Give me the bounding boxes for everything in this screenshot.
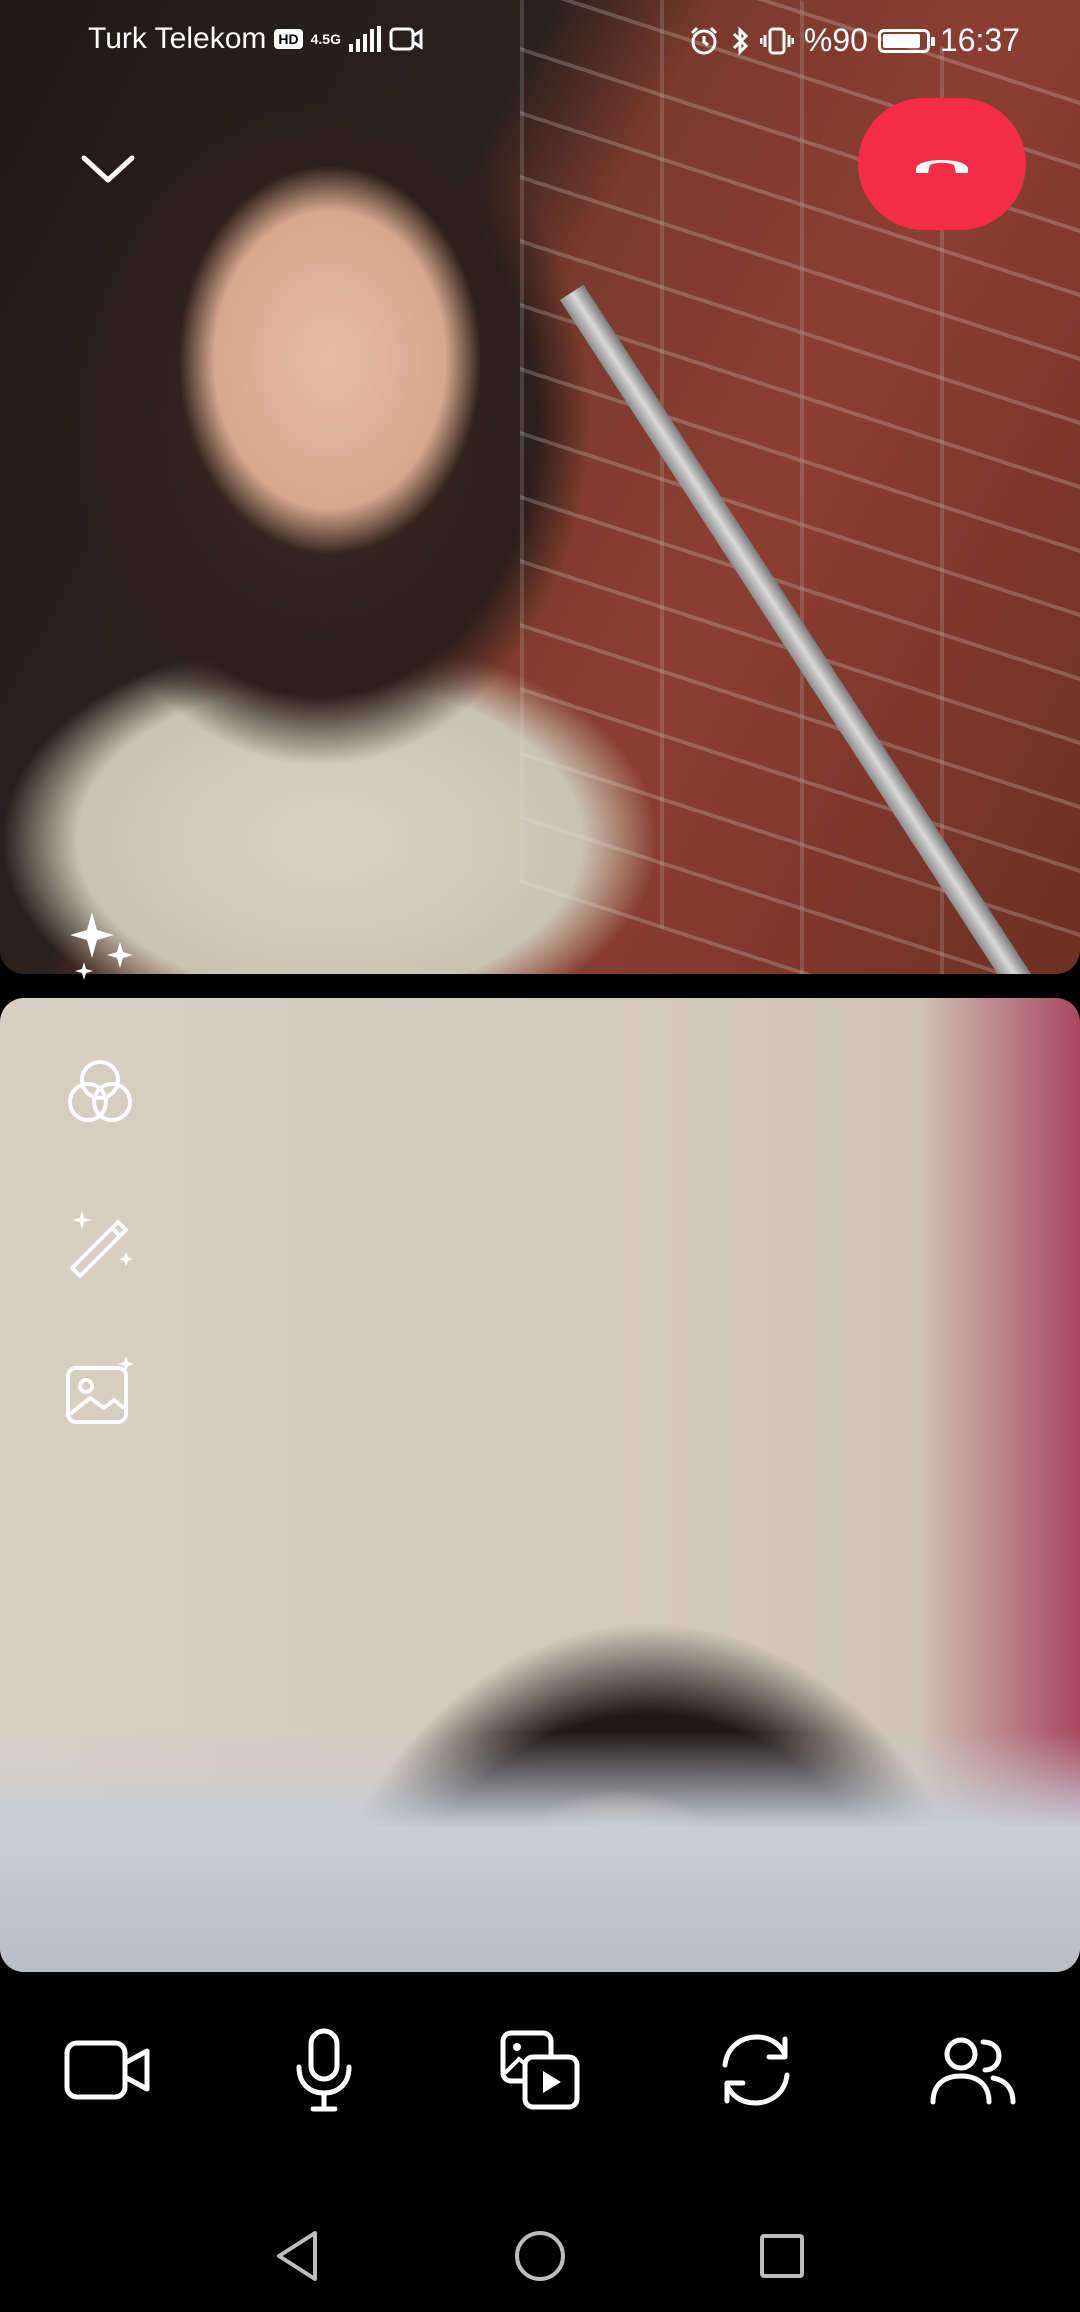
- filters-button[interactable]: [60, 1052, 140, 1132]
- square-recents-icon: [760, 2234, 804, 2278]
- sparkles-icon: [70, 912, 133, 980]
- circle-home-icon: [515, 2231, 565, 2281]
- overlapping-circles-icon: [68, 1060, 132, 1122]
- nav-recents-button[interactable]: [757, 2231, 807, 2281]
- video-status-icon: [389, 27, 423, 51]
- mute-button[interactable]: [269, 2015, 379, 2125]
- alarm-icon: [690, 26, 717, 54]
- local-video-preview[interactable]: [0, 998, 1080, 1972]
- camera-toggle-button[interactable]: [53, 2015, 163, 2125]
- system-nav-bar: [0, 2200, 1080, 2312]
- microphone-icon: [296, 2028, 352, 2112]
- image-sparkle-icon: [66, 1356, 134, 1424]
- call-toolbar: [0, 1990, 1080, 2150]
- rotate-camera-icon: [722, 2034, 790, 2106]
- media-share-icon: [500, 2030, 580, 2110]
- switch-camera-button[interactable]: [701, 2015, 811, 2125]
- battery-icon: [877, 28, 935, 53]
- collapse-button[interactable]: [76, 136, 140, 200]
- status-bar: Turk Telekom HD 4.5G %90 16:37: [0, 0, 1080, 82]
- nav-back-button[interactable]: [273, 2229, 323, 2283]
- status-left: Turk Telekom HD 4.5G: [88, 22, 423, 56]
- carrier-name: Turk Telekom: [88, 22, 267, 55]
- signal-icon: [348, 26, 381, 52]
- clock: 16:37: [939, 22, 1020, 58]
- effects-button[interactable]: [64, 906, 140, 982]
- participants-button[interactable]: [917, 2015, 1027, 2125]
- vibrate-icon: [759, 27, 794, 54]
- beauty-button[interactable]: [60, 1200, 140, 1280]
- magic-wand-icon: [70, 1210, 133, 1278]
- hang-up-icon: [916, 160, 968, 173]
- chevron-down-icon: [81, 155, 135, 183]
- hd-badge: HD: [274, 29, 303, 49]
- video-camera-icon: [64, 2040, 150, 2100]
- network-type: 4.5G: [310, 31, 341, 47]
- share-media-button[interactable]: [485, 2015, 595, 2125]
- nav-home-button[interactable]: [513, 2229, 567, 2283]
- people-icon: [930, 2037, 1016, 2105]
- triangle-back-icon: [277, 2231, 317, 2281]
- battery-percent: %90: [803, 22, 868, 58]
- bluetooth-icon: [732, 25, 748, 56]
- background-button[interactable]: [60, 1352, 140, 1432]
- end-call-button[interactable]: [858, 98, 1026, 230]
- status-right: %90 16:37: [688, 22, 1020, 59]
